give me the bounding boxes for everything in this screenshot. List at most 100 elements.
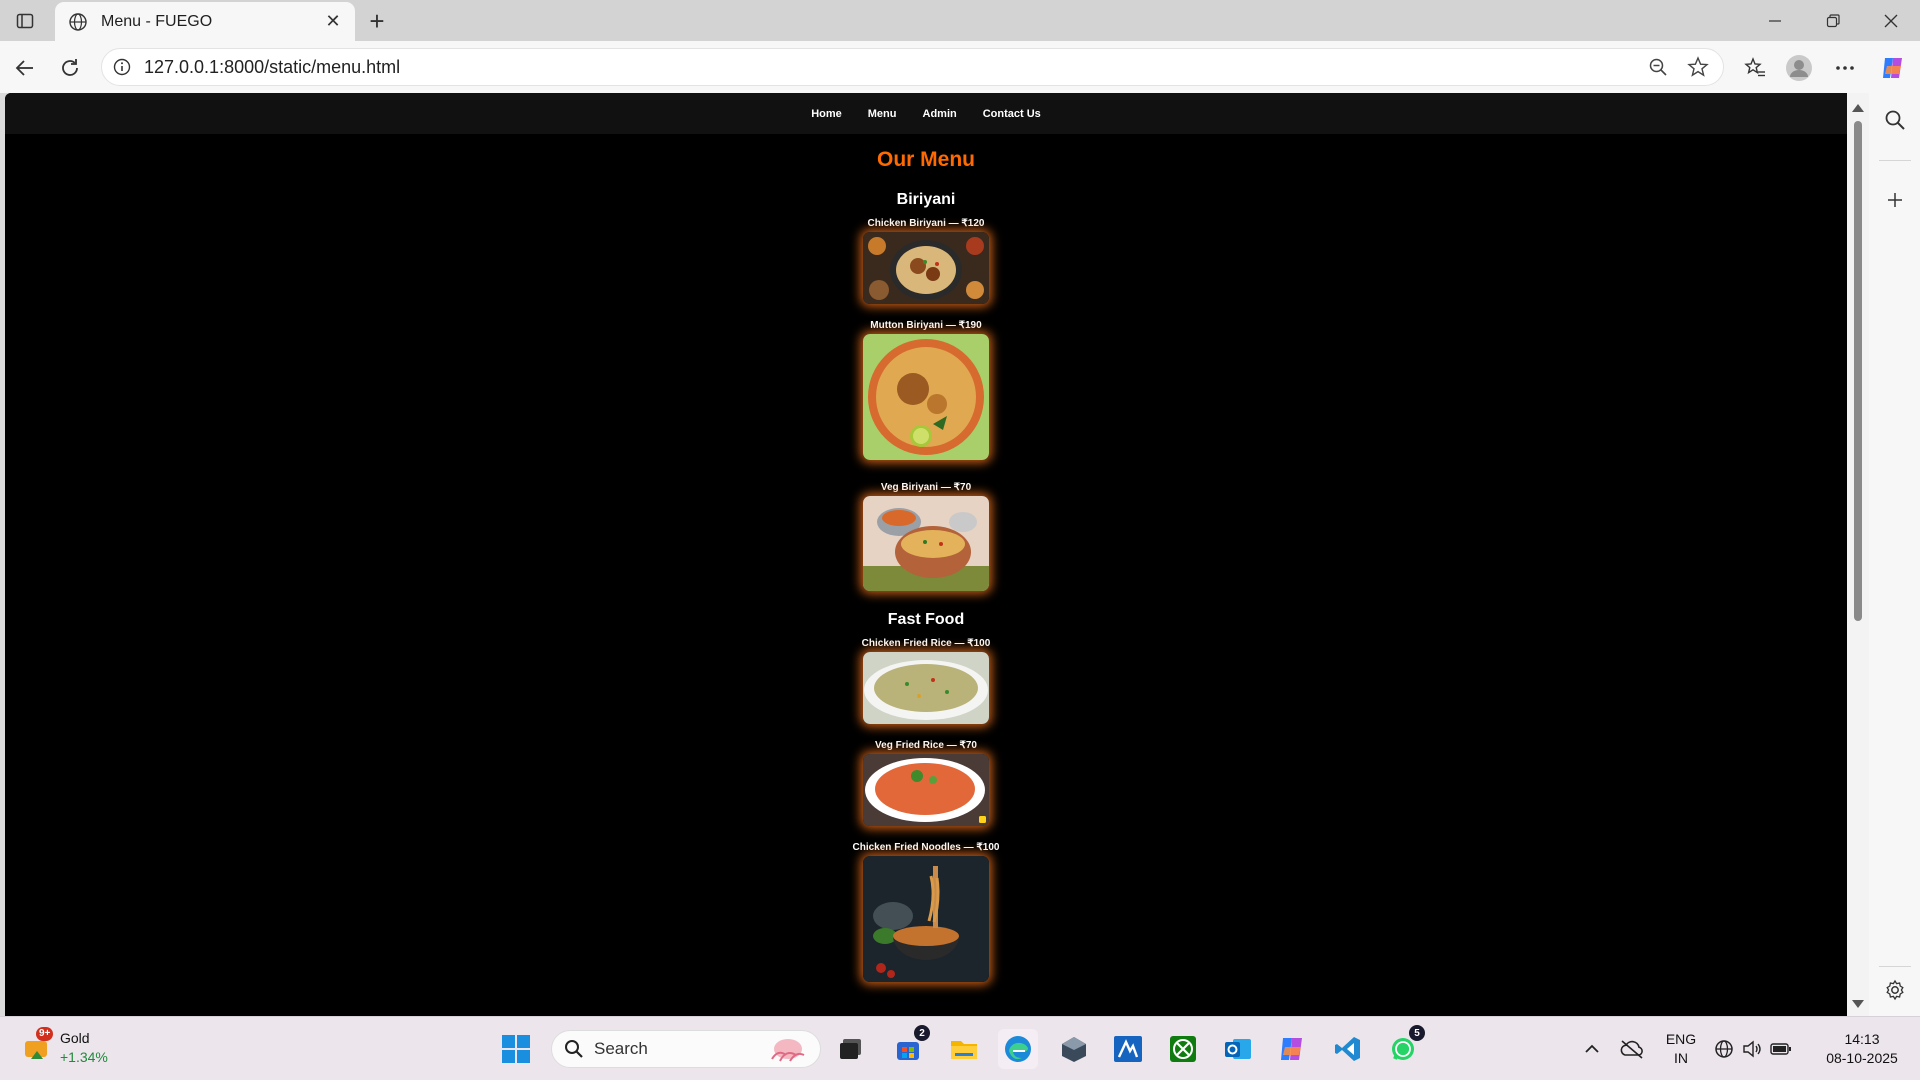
scroll-up-icon[interactable] (1852, 104, 1864, 112)
copilot-icon (1281, 1038, 1302, 1060)
item-label: Chicken Fried Noodles — ₹100 (852, 842, 1000, 853)
zoom-out-icon[interactable] (1643, 52, 1673, 82)
scroll-down-icon[interactable] (1852, 1000, 1864, 1008)
cloud-offline-icon (1620, 1040, 1643, 1059)
outlook-button[interactable] (1218, 1029, 1258, 1069)
vscode-button[interactable] (1328, 1029, 1368, 1069)
nav-contact-link[interactable]: Contact Us (970, 108, 1054, 120)
minimize-button[interactable] (1746, 0, 1804, 41)
volume-icon (1743, 1040, 1761, 1058)
nav-menu-link[interactable]: Menu (855, 108, 910, 120)
active-tab[interactable]: Menu - FUEGO ✕ (55, 2, 355, 41)
close-tab-icon[interactable]: ✕ (323, 11, 343, 32)
new-tab-button[interactable]: + (362, 6, 392, 36)
menu-item: Chicken Fried Noodles — ₹100 (5, 842, 1847, 982)
whatsapp-button[interactable]: 5 (1383, 1025, 1425, 1069)
quick-settings-button[interactable] (1708, 1029, 1798, 1069)
app-cube-button[interactable] (1054, 1029, 1094, 1069)
sidebar-divider (1879, 160, 1911, 161)
menu-item: Veg Biriyani — ₹70 (5, 482, 1847, 591)
page-title: Our Menu (877, 148, 975, 171)
cube-icon (1062, 1037, 1086, 1062)
plus-icon (1888, 193, 1902, 207)
taskbar: 9+ Gold +1.34% Search 2 5 ENG IN 14:13 0… (0, 1016, 1920, 1080)
restore-button[interactable] (1804, 0, 1862, 41)
page-viewport: Home Menu Admin Contact Us Our Menu Biri… (5, 93, 1847, 1016)
start-button[interactable] (496, 1029, 536, 1069)
chicken-fried-rice-photo (863, 652, 989, 724)
sidebar-add-button[interactable] (1880, 185, 1910, 215)
file-explorer-button[interactable] (944, 1029, 984, 1069)
veg-fried-rice-photo (863, 754, 989, 826)
globe-icon (67, 11, 89, 33)
copilot-button[interactable] (1876, 51, 1910, 85)
taskbar-search-box[interactable]: Search (551, 1030, 821, 1068)
edge-button[interactable] (998, 1029, 1038, 1069)
close-icon (1884, 14, 1898, 27)
sidebar-search-button[interactable] (1880, 105, 1910, 135)
language-bottom: IN (1674, 1050, 1688, 1066)
tab-strip: Menu - FUEGO ✕ + (0, 0, 1920, 41)
favorites-button[interactable] (1738, 51, 1772, 85)
chevron-up-icon (1585, 1044, 1599, 1053)
copilot-taskbar-button[interactable] (1273, 1029, 1313, 1069)
task-view-button[interactable] (831, 1029, 871, 1069)
item-label: Mutton Biriyani — ₹190 (870, 320, 982, 331)
show-hidden-icons-button[interactable] (1572, 1029, 1612, 1069)
sidebar-settings-button[interactable] (1880, 975, 1910, 1005)
favorites-list-icon (1744, 57, 1765, 77)
windows-logo-icon (502, 1035, 530, 1063)
minimize-icon (1769, 19, 1781, 22)
more-dots-icon (1836, 66, 1854, 70)
tab-title: Menu - FUEGO (101, 12, 213, 30)
folder-icon (951, 1041, 977, 1059)
nav-home-link[interactable]: Home (798, 108, 855, 120)
gold-chart-icon: 9+ (22, 1027, 54, 1063)
widgets-button[interactable]: 9+ Gold +1.34% (22, 1027, 108, 1067)
menu-item: Chicken Biriyani — ₹120 (5, 218, 1847, 304)
menu-item: Veg Fried Rice — ₹70 (5, 740, 1847, 826)
menu-item: Mutton Biriyani — ₹190 (5, 320, 1847, 460)
xbox-icon (1170, 1036, 1196, 1062)
copilot-icon (1883, 58, 1902, 78)
nav-admin-link[interactable]: Admin (910, 108, 970, 120)
store-button[interactable]: 2 (888, 1025, 930, 1069)
reload-icon (62, 59, 78, 76)
app-blue-button[interactable] (1108, 1029, 1148, 1069)
item-label: Veg Fried Rice — ₹70 (875, 740, 977, 751)
back-button[interactable] (8, 51, 42, 85)
profile-avatar-icon (1786, 55, 1812, 81)
page-scrollbar[interactable] (1847, 93, 1869, 1016)
vscode-icon (1335, 1037, 1360, 1061)
language-indicator[interactable]: ENG IN (1663, 1030, 1699, 1068)
reload-button[interactable] (53, 51, 87, 85)
veg-biriyani-photo (863, 496, 989, 591)
xbox-button[interactable] (1163, 1029, 1203, 1069)
blue-app-icon (1114, 1036, 1142, 1062)
tab-actions-icon (16, 13, 34, 29)
clock[interactable]: 14:13 08-10-2025 (1812, 1030, 1912, 1068)
profile-button[interactable] (1782, 51, 1816, 85)
chicken-fried-noodles-photo (863, 856, 989, 982)
chicken-biriyani-photo (863, 232, 989, 304)
settings-more-button[interactable] (1828, 51, 1862, 85)
menu-item: Chicken Fried Rice — ₹100 (5, 638, 1847, 724)
tab-actions-button[interactable] (10, 8, 40, 34)
mutton-biriyani-photo (863, 334, 989, 460)
battery-icon (1770, 1043, 1791, 1055)
favorite-star-icon[interactable] (1683, 52, 1713, 82)
close-window-button[interactable] (1862, 0, 1920, 41)
address-bar[interactable]: 127.0.0.1:8000/static/menu.html (101, 48, 1724, 86)
search-icon (1885, 110, 1905, 130)
search-icon (565, 1040, 583, 1058)
scrollbar-thumb[interactable] (1854, 121, 1862, 621)
widget-change: +1.34% (60, 1049, 108, 1065)
item-label: Chicken Fried Rice — ₹100 (861, 638, 991, 649)
url-text[interactable]: 127.0.0.1:8000/static/menu.html (144, 57, 1643, 78)
sidebar-divider (1879, 966, 1911, 967)
onedrive-button[interactable] (1612, 1029, 1652, 1069)
whatsapp-badge: 5 (1409, 1025, 1425, 1041)
site-info-icon[interactable] (112, 57, 132, 77)
category-heading: Fast Food (887, 611, 965, 628)
store-badge: 2 (914, 1025, 930, 1041)
